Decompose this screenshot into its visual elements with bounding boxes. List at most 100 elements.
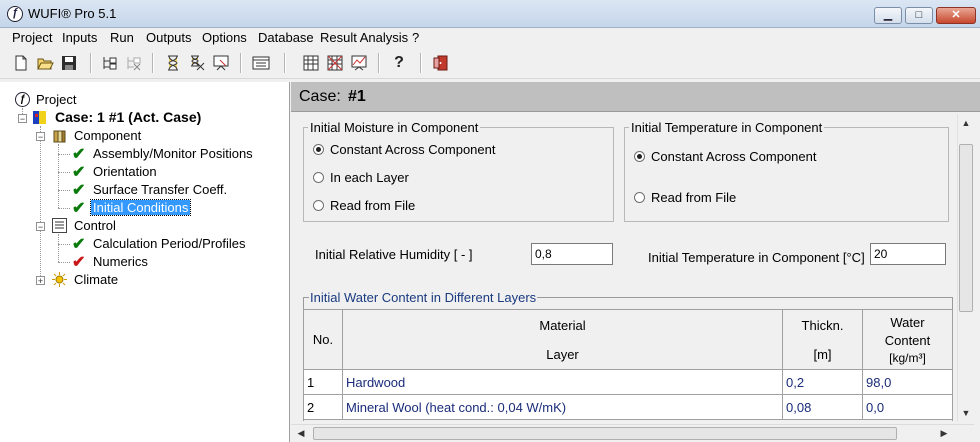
- tree-calculation-period-profiles[interactable]: Calculation Period/Profiles: [93, 236, 245, 251]
- grid-table-icon[interactable]: [302, 54, 320, 72]
- toolbar-separator: [284, 53, 286, 73]
- tree-project[interactable]: Project: [36, 92, 76, 107]
- wufi-app-icon: ƒ: [7, 6, 23, 22]
- relative-humidity-input[interactable]: [531, 243, 613, 265]
- moisture-read-file-radio[interactable]: Read from File: [313, 198, 415, 213]
- scroll-right-icon[interactable]: ▶: [937, 426, 951, 440]
- tree-surface-transfer-coeff[interactable]: Surface Transfer Coeff.: [93, 182, 227, 197]
- menu-result-analysis[interactable]: Result Analysis: [320, 30, 408, 45]
- close-button[interactable]: ✕: [936, 7, 976, 24]
- col-material-label: Material: [539, 317, 586, 333]
- toolbar: ?: [0, 48, 980, 79]
- table-row[interactable]: 1 Hardwood 0,2 98,0: [303, 369, 953, 395]
- moisture-read-file-label: Read from File: [330, 198, 416, 213]
- tree-control[interactable]: Control: [74, 218, 116, 233]
- minimize-icon: ▁: [883, 9, 893, 21]
- hourglass-multi-icon[interactable]: [188, 54, 206, 72]
- tree-line: [58, 234, 59, 262]
- collapse-case-icon[interactable]: −: [18, 114, 27, 124]
- menu-database[interactable]: Database: [258, 30, 314, 45]
- moisture-constant-label: Constant Across Component: [330, 142, 496, 157]
- row-material[interactable]: Hardwood: [342, 369, 783, 395]
- row-water-content[interactable]: 0,0: [862, 394, 953, 420]
- initial-temperature-group: Initial Temperature in Component: [624, 120, 949, 222]
- check-icon: ✔: [72, 182, 86, 199]
- menu-outputs[interactable]: Outputs: [146, 30, 192, 45]
- radio-dot: [634, 192, 645, 203]
- moisture-each-layer-radio[interactable]: In each Layer: [313, 170, 409, 185]
- tree-line: [58, 208, 70, 209]
- row-material[interactable]: Mineral Wool (heat cond.: 0,04 W/mK): [342, 394, 783, 420]
- tree-component[interactable]: Component: [74, 128, 141, 143]
- moisture-each-layer-label: In each Layer: [330, 170, 409, 185]
- water-content-legend: Initial Water Content in Different Layer…: [309, 290, 538, 305]
- row-thickness[interactable]: 0,2: [782, 369, 863, 395]
- col-content-label: Content: [884, 332, 931, 348]
- layers-table-header: No. Material Layer Thickn. [m] Water Conten…: [303, 309, 953, 370]
- menu-project[interactable]: Project: [12, 30, 52, 45]
- tree-remove-icon[interactable]: [124, 54, 142, 72]
- horizontal-scroll-thumb[interactable]: [313, 427, 897, 440]
- initial-temperature-label: Initial Temperature in Component [°C]: [648, 250, 865, 265]
- collapse-component-icon[interactable]: −: [36, 132, 45, 142]
- radio-dot: [634, 151, 645, 162]
- new-file-icon[interactable]: [12, 54, 30, 72]
- window-title: WUFI® Pro 5.1: [28, 6, 117, 21]
- help-question-icon[interactable]: ?: [390, 54, 408, 72]
- hourglass-run-icon[interactable]: [164, 54, 182, 72]
- menu-help[interactable]: ?: [412, 30, 419, 45]
- save-disk-icon[interactable]: [60, 54, 78, 72]
- menu-options[interactable]: Options: [202, 30, 247, 45]
- initial-temperature-input[interactable]: [870, 243, 946, 265]
- tree-case[interactable]: Case: 1 #1 (Act. Case): [55, 109, 201, 125]
- tree-orientation[interactable]: Orientation: [93, 164, 157, 179]
- tree-assembly-monitor-positions[interactable]: Assembly/Monitor Positions: [93, 146, 253, 161]
- grid-cross-icon[interactable]: [326, 54, 344, 72]
- col-thickness-unit: [m]: [813, 346, 832, 362]
- scroll-up-icon[interactable]: ▲: [959, 116, 973, 130]
- profile-table-icon[interactable]: [252, 54, 270, 72]
- exit-door-icon[interactable]: [432, 54, 450, 72]
- temperature-constant-radio[interactable]: Constant Across Component: [634, 149, 816, 164]
- tree-add-icon[interactable]: [100, 54, 118, 72]
- check-icon: ✔: [72, 164, 86, 181]
- row-thickness[interactable]: 0,08: [782, 394, 863, 420]
- case-label: Case:: [299, 88, 341, 105]
- radio-dot: [313, 144, 324, 155]
- tree-climate[interactable]: Climate: [74, 272, 118, 287]
- scroll-left-icon[interactable]: ◀: [294, 426, 308, 440]
- toolbar-separator: [420, 53, 422, 73]
- scroll-down-icon[interactable]: ▼: [959, 406, 973, 420]
- row-no: 2: [303, 394, 343, 420]
- maximize-button[interactable]: □: [905, 7, 933, 24]
- col-water-unit: [kg/m³]: [889, 350, 926, 365]
- case-header: Case: #1: [291, 82, 980, 112]
- tree-line: [58, 262, 70, 263]
- calculation-icon[interactable]: [212, 54, 230, 72]
- component-icon: [52, 128, 67, 143]
- check-icon: ✔: [72, 146, 86, 163]
- tree-initial-conditions[interactable]: Initial Conditions: [89, 199, 192, 216]
- temperature-read-file-radio[interactable]: Read from File: [634, 190, 736, 205]
- open-folder-icon[interactable]: [36, 54, 54, 72]
- col-material: Material Layer: [342, 309, 783, 370]
- menu-inputs[interactable]: Inputs: [62, 30, 97, 45]
- tree-line: [58, 190, 70, 191]
- expand-climate-icon[interactable]: +: [36, 276, 45, 286]
- initial-temperature-legend: Initial Temperature in Component: [631, 120, 823, 135]
- vertical-scrollbar[interactable]: ▲ ▼: [957, 114, 975, 422]
- climate-sun-icon: [52, 272, 67, 287]
- toolbar-separator: [152, 53, 154, 73]
- row-water-content[interactable]: 98,0: [862, 369, 953, 395]
- initial-moisture-legend: Initial Moisture in Component: [310, 120, 479, 135]
- minimize-button[interactable]: ▁: [874, 7, 902, 24]
- tree-numerics[interactable]: Numerics: [93, 254, 148, 269]
- vertical-scroll-thumb[interactable]: [959, 144, 973, 312]
- moisture-constant-radio[interactable]: Constant Across Component: [313, 142, 495, 157]
- grid-chart-icon[interactable]: [350, 54, 368, 72]
- row-no: 1: [303, 369, 343, 395]
- horizontal-scrollbar[interactable]: ◀ ▶: [291, 424, 974, 442]
- collapse-control-icon[interactable]: −: [36, 222, 45, 232]
- menu-run[interactable]: Run: [110, 30, 134, 45]
- table-row[interactable]: 2 Mineral Wool (heat cond.: 0,04 W/mK) 0…: [303, 394, 953, 420]
